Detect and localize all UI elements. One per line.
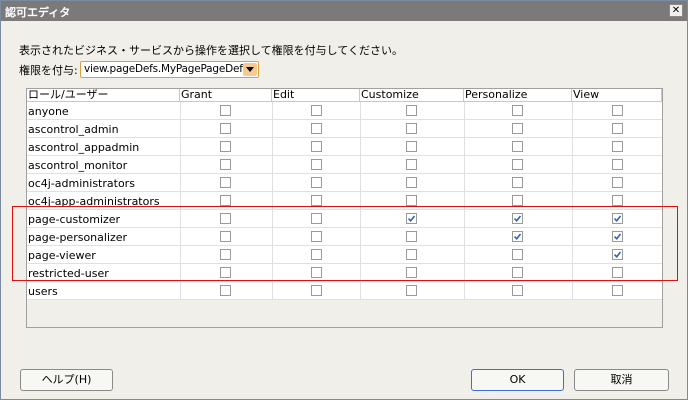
column-divider xyxy=(180,174,181,192)
dropdown-button[interactable] xyxy=(243,63,257,76)
permission-checkbox[interactable] xyxy=(406,195,417,206)
permission-checkbox[interactable] xyxy=(612,105,623,116)
permission-checkbox[interactable] xyxy=(612,285,623,296)
table-row: users xyxy=(27,282,662,300)
column-divider xyxy=(464,102,465,120)
close-button[interactable]: ✕ xyxy=(669,4,683,17)
close-icon: ✕ xyxy=(671,5,681,16)
column-divider xyxy=(572,138,573,156)
role-name: anyone xyxy=(28,105,69,118)
permission-checkbox[interactable] xyxy=(512,177,523,188)
table-header: ロール/ユーザー Grant Edit Customize Personalize Vie… xyxy=(27,89,662,102)
cancel-button[interactable]: 取消 xyxy=(574,369,669,391)
column-divider xyxy=(180,282,181,300)
permission-checkbox[interactable] xyxy=(220,123,231,134)
column-divider xyxy=(180,138,181,156)
column-divider xyxy=(464,282,465,300)
permission-checkbox[interactable] xyxy=(612,141,623,152)
highlight-box xyxy=(12,206,678,281)
permission-checkbox[interactable] xyxy=(220,141,231,152)
column-divider xyxy=(464,120,465,138)
permission-checkbox[interactable] xyxy=(311,105,322,116)
column-divider xyxy=(464,174,465,192)
permission-checkbox[interactable] xyxy=(220,285,231,296)
role-name: ascontrol_monitor xyxy=(28,159,128,172)
table-row: ascontrol_monitor xyxy=(27,156,662,174)
column-divider xyxy=(360,138,361,156)
ok-button[interactable]: OK xyxy=(471,369,564,391)
permission-checkbox[interactable] xyxy=(220,195,231,206)
permission-checkbox[interactable] xyxy=(220,177,231,188)
permission-checkbox[interactable] xyxy=(311,195,322,206)
permission-checkbox[interactable] xyxy=(512,195,523,206)
title-bar[interactable]: 認可エディタ ✕ xyxy=(1,1,687,21)
permission-checkbox[interactable] xyxy=(612,159,623,170)
permission-checkbox[interactable] xyxy=(220,105,231,116)
grant-select-value: view.pageDefs.MyPagePageDef xyxy=(84,63,243,75)
column-divider xyxy=(572,120,573,138)
permission-checkbox[interactable] xyxy=(612,177,623,188)
permission-checkbox[interactable] xyxy=(311,123,322,134)
column-divider xyxy=(360,120,361,138)
column-header[interactable]: Personalize xyxy=(464,89,572,101)
permission-checkbox[interactable] xyxy=(612,123,623,134)
column-divider xyxy=(272,174,273,192)
column-divider xyxy=(572,102,573,120)
column-divider xyxy=(360,102,361,120)
permission-checkbox[interactable] xyxy=(406,177,417,188)
column-divider xyxy=(572,174,573,192)
column-divider xyxy=(272,156,273,174)
table-row: anyone xyxy=(27,102,662,120)
column-divider xyxy=(360,174,361,192)
column-header[interactable]: Grant xyxy=(180,89,272,101)
chevron-down-icon xyxy=(246,67,254,72)
role-name: ascontrol_admin xyxy=(28,123,119,136)
column-header[interactable]: Customize xyxy=(360,89,464,101)
column-divider xyxy=(360,282,361,300)
table-row: ascontrol_admin xyxy=(27,120,662,138)
permission-checkbox[interactable] xyxy=(512,105,523,116)
column-header[interactable]: Edit xyxy=(272,89,360,101)
permission-checkbox[interactable] xyxy=(512,123,523,134)
permission-checkbox[interactable] xyxy=(311,141,322,152)
column-divider xyxy=(272,282,273,300)
permission-checkbox[interactable] xyxy=(512,285,523,296)
permission-checkbox[interactable] xyxy=(406,105,417,116)
column-divider xyxy=(272,102,273,120)
role-name: oc4j-administrators xyxy=(28,177,135,190)
instruction-text: 表示されたビジネス・サービスから操作を選択して権限を付与してください。 xyxy=(19,44,404,57)
window-title: 認可エディタ xyxy=(5,6,71,19)
column-divider xyxy=(180,156,181,174)
column-divider xyxy=(360,156,361,174)
column-divider xyxy=(572,282,573,300)
column-divider xyxy=(180,102,181,120)
grant-select[interactable]: view.pageDefs.MyPagePageDef xyxy=(80,61,259,78)
column-divider xyxy=(180,120,181,138)
column-divider xyxy=(272,120,273,138)
permission-checkbox[interactable] xyxy=(220,159,231,170)
column-header[interactable]: View xyxy=(572,89,662,101)
grant-label: 権限を付与: xyxy=(19,64,78,77)
column-divider xyxy=(464,156,465,174)
role-name: users xyxy=(28,285,58,298)
column-divider xyxy=(464,138,465,156)
column-divider xyxy=(572,156,573,174)
table-row: oc4j-administrators xyxy=(27,174,662,192)
permission-checkbox[interactable] xyxy=(406,285,417,296)
permission-checkbox[interactable] xyxy=(512,141,523,152)
role-name: ascontrol_appadmin xyxy=(28,141,140,154)
permission-checkbox[interactable] xyxy=(612,195,623,206)
table-row: ascontrol_appadmin xyxy=(27,138,662,156)
column-header[interactable]: ロール/ユーザー xyxy=(27,89,180,101)
authorization-editor-dialog: 認可エディタ ✕ 表示されたビジネス・サービスから操作を選択して権限を付与してく… xyxy=(0,0,688,400)
permission-checkbox[interactable] xyxy=(406,159,417,170)
permission-checkbox[interactable] xyxy=(512,159,523,170)
permission-checkbox[interactable] xyxy=(406,141,417,152)
permission-checkbox[interactable] xyxy=(311,177,322,188)
permission-checkbox[interactable] xyxy=(311,159,322,170)
column-divider xyxy=(272,138,273,156)
permission-checkbox[interactable] xyxy=(406,123,417,134)
permission-checkbox[interactable] xyxy=(311,285,322,296)
help-button[interactable]: ヘルプ(H) xyxy=(20,369,113,391)
